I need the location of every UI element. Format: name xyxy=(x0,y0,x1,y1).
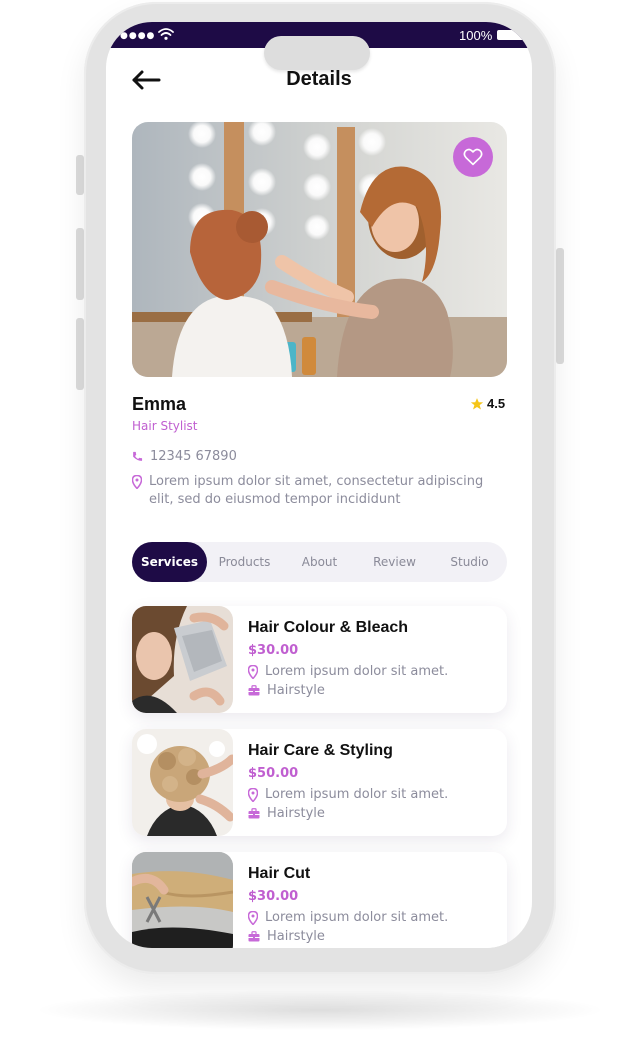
stylist-photo xyxy=(132,122,507,377)
rating-value: 4.5 xyxy=(487,396,506,411)
briefcase-icon xyxy=(248,808,260,819)
address-row: Lorem ipsum dolor sit amet, consectetur … xyxy=(132,473,502,509)
service-category: Hairstyle xyxy=(248,806,325,821)
location-pin-icon xyxy=(132,475,142,489)
stylist-name: Emma xyxy=(132,394,187,414)
wifi-icon xyxy=(158,28,174,40)
briefcase-icon xyxy=(248,685,260,696)
volume-down-button xyxy=(76,318,84,390)
tab-bar: Services Products About Review Studio xyxy=(132,542,507,582)
phone-row[interactable]: 12345 67890 xyxy=(132,448,237,466)
tab-about[interactable]: About xyxy=(282,542,357,582)
location-pin-icon xyxy=(248,787,258,802)
tab-studio[interactable]: Studio xyxy=(432,542,507,582)
location-pin-icon xyxy=(248,910,258,925)
tab-review[interactable]: Review xyxy=(357,542,432,582)
service-title: Hair Colour & Bleach xyxy=(248,619,409,636)
service-category-text: Hairstyle xyxy=(267,806,325,821)
service-thumbnail xyxy=(132,729,233,836)
volume-up-button xyxy=(76,228,84,300)
mute-switch xyxy=(76,155,84,195)
heart-icon xyxy=(463,148,483,166)
service-thumbnail xyxy=(132,606,233,713)
stylist-role: Hair Stylist xyxy=(132,419,198,433)
service-price: $30.00 xyxy=(248,643,299,658)
service-card-hair-colour[interactable]: Hair Colour & Bleach $30.00 Lorem ipsum … xyxy=(132,606,507,713)
address-text: Lorem ipsum dolor sit amet, consectetur … xyxy=(149,474,484,507)
device-shadow xyxy=(40,990,600,1030)
service-category: Hairstyle xyxy=(248,929,325,944)
service-price: $30.00 xyxy=(248,889,299,904)
briefcase-icon xyxy=(248,931,260,942)
tab-services[interactable]: Services xyxy=(132,542,207,582)
star-icon xyxy=(470,397,484,410)
service-title: Hair Cut xyxy=(248,865,311,882)
service-thumbnail xyxy=(132,852,233,948)
app-screen: ●●●● 100% Details Emma Hair Stylist 4.5 … xyxy=(106,22,532,948)
camera-notch xyxy=(264,36,370,70)
service-location-text: Lorem ipsum dolor sit amet. xyxy=(265,910,449,925)
page-title: Details xyxy=(286,68,352,90)
service-location: Lorem ipsum dolor sit amet. xyxy=(248,787,448,802)
service-card-hair-cut[interactable]: Hair Cut $30.00 Lorem ipsum dolor sit am… xyxy=(132,852,507,948)
phone-icon xyxy=(133,451,143,461)
service-location-text: Lorem ipsum dolor sit amet. xyxy=(265,787,449,802)
service-category-text: Hairstyle xyxy=(267,683,325,698)
power-button xyxy=(556,248,564,364)
signal-icon: ●●●● xyxy=(120,31,156,41)
service-price: $50.00 xyxy=(248,766,299,781)
service-location: Lorem ipsum dolor sit amet. xyxy=(248,664,448,679)
battery-percentage: 100% xyxy=(459,28,493,43)
location-pin-icon xyxy=(248,664,258,679)
battery-icon xyxy=(497,30,527,40)
service-title: Hair Care & Styling xyxy=(248,742,393,759)
rating: 4.5 xyxy=(470,396,505,411)
phone-number: 12345 67890 xyxy=(150,449,237,464)
service-location-text: Lorem ipsum dolor sit amet. xyxy=(265,664,449,679)
service-category: Hairstyle xyxy=(248,683,325,698)
service-location: Lorem ipsum dolor sit amet. xyxy=(248,910,448,925)
service-category-text: Hairstyle xyxy=(267,929,325,944)
tab-products[interactable]: Products xyxy=(207,542,282,582)
favorite-button[interactable] xyxy=(453,137,493,177)
service-card-hair-care[interactable]: Hair Care & Styling $50.00 Lorem ipsum d… xyxy=(132,729,507,836)
